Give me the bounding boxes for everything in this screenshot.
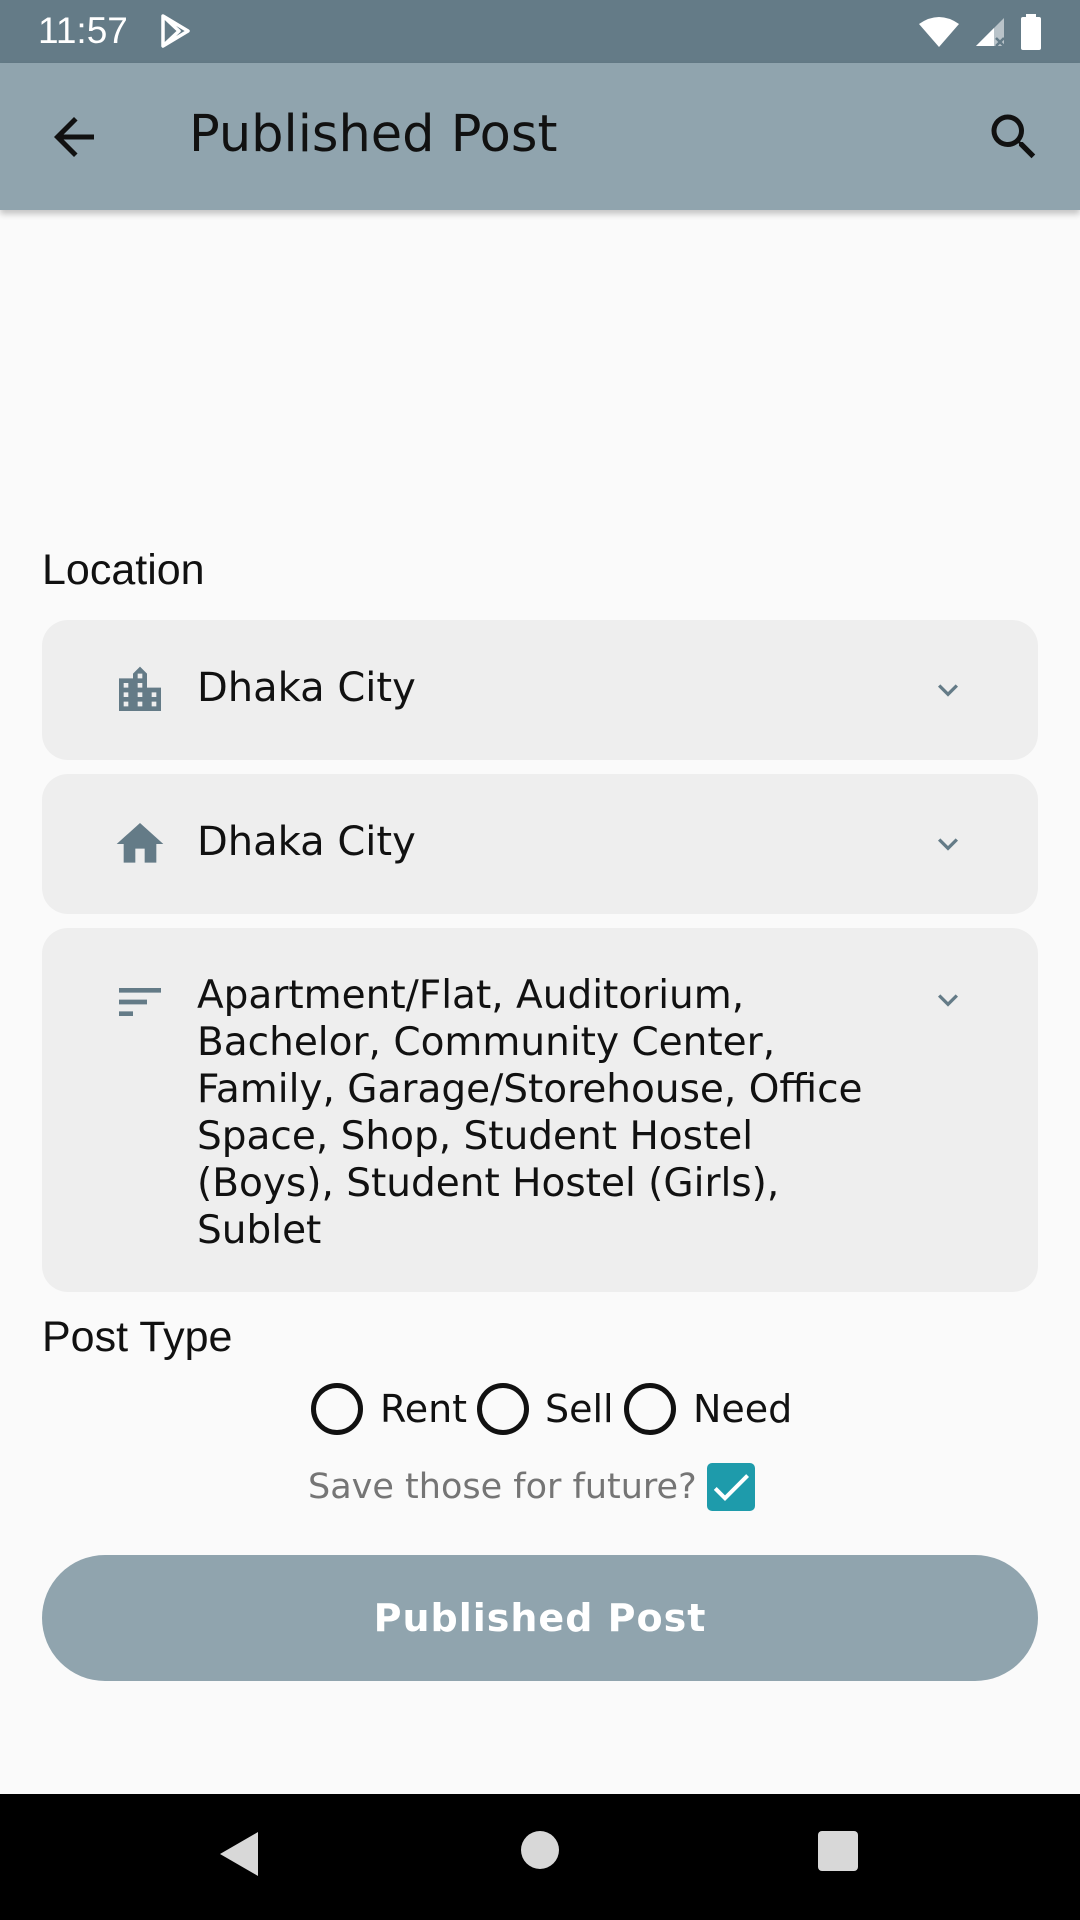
play-store-icon — [160, 14, 192, 52]
save-future-checkbox[interactable] — [707, 1463, 755, 1511]
category-dropdown-value: Apartment/Flat, Auditorium, Bachelor, Co… — [197, 973, 863, 1253]
system-nav-bar — [0, 1794, 1080, 1920]
nav-home-button[interactable] — [521, 1831, 559, 1869]
save-future-row: Save those for future? — [0, 1463, 1080, 1513]
publish-post-button[interactable]: Published Post — [42, 1555, 1038, 1681]
app-bar: Published Post — [0, 63, 1080, 210]
signal-icon — [974, 16, 1006, 52]
city-icon — [119, 666, 161, 711]
nav-back-icon — [220, 1832, 258, 1876]
area-dropdown-value: Dhaka City — [197, 819, 416, 865]
save-future-label: Save those for future? — [308, 1467, 697, 1507]
status-bar: 11:57 — [0, 0, 1080, 63]
chevron-down-icon — [938, 838, 958, 851]
page-title: Published Post — [189, 105, 558, 164]
wifi-icon — [918, 16, 960, 52]
home-icon — [116, 823, 164, 863]
search-icon — [991, 114, 1036, 159]
post-type-label: Post Type — [42, 1313, 233, 1361]
radio-rent-label[interactable]: Rent — [380, 1387, 467, 1431]
post-type-radio-group: Rent Sell Need — [0, 1383, 1080, 1439]
search-button[interactable] — [984, 107, 1044, 167]
radio-need[interactable] — [624, 1383, 676, 1435]
radio-sell-label[interactable]: Sell — [545, 1387, 614, 1431]
chevron-down-icon — [938, 684, 958, 697]
location-label: Location — [42, 546, 205, 594]
city-dropdown[interactable]: Dhaka City — [42, 620, 1038, 760]
area-dropdown[interactable]: Dhaka City — [42, 774, 1038, 914]
battery-icon — [1020, 14, 1042, 54]
status-time: 11:57 — [38, 10, 128, 51]
category-dropdown[interactable]: Apartment/Flat, Auditorium, Bachelor, Co… — [42, 928, 1038, 1292]
arrow-back-icon — [54, 117, 94, 157]
check-icon — [713, 1474, 749, 1501]
chevron-down-icon — [938, 994, 958, 1007]
radio-need-label[interactable]: Need — [693, 1387, 792, 1431]
back-button[interactable] — [44, 107, 104, 167]
city-dropdown-value: Dhaka City — [197, 665, 416, 711]
nav-back-button[interactable] — [216, 1830, 260, 1882]
filter-list-icon — [119, 988, 161, 1016]
nav-recents-button[interactable] — [818, 1831, 858, 1871]
radio-rent[interactable] — [311, 1383, 363, 1435]
radio-sell[interactable] — [477, 1383, 529, 1435]
